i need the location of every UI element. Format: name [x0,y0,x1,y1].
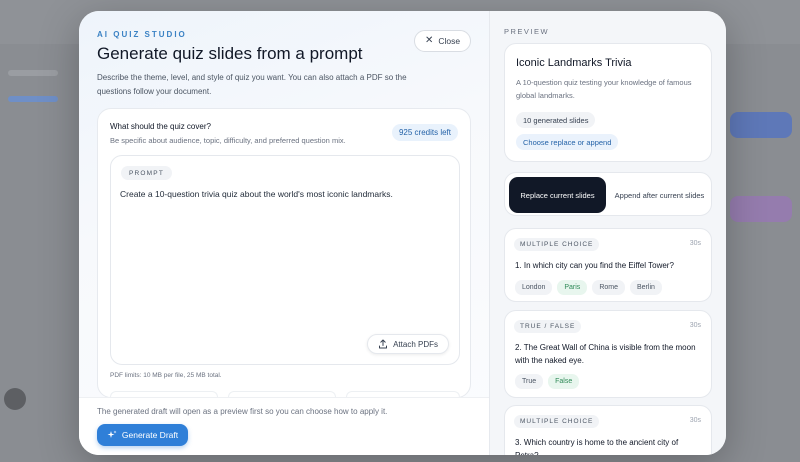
question-type-badge: TRUE / FALSE [514,320,582,333]
modal-footer: The generated draft will open as a previ… [79,397,489,455]
modal-eyebrow: AI QUIZ STUDIO [97,30,187,39]
prompt-card: What should the quiz cover? Be specific … [97,108,471,398]
prompt-input-value[interactable]: Create a 10-question trivia quiz about t… [120,189,393,199]
answer-option: Rome [592,280,625,295]
background-button [730,112,792,138]
attach-pdfs-button[interactable]: Attach PDFs [367,334,449,354]
background-avatar [4,388,26,410]
apply-mode-toggle: Replace current slides Append after curr… [504,172,712,216]
quiz-title: Iconic Landmarks Trivia [516,57,632,69]
background-button [730,196,792,222]
answer-options: London Paris Rome Berlin [515,280,662,295]
slide-card[interactable]: MULTIPLE CHOICE 30s 3. Which country is … [504,405,712,455]
background-line [8,70,58,76]
background-line [8,96,58,102]
modal-title: Generate quiz slides from a prompt [97,44,363,63]
question-text: 1. In which city can you find the Eiffel… [515,261,674,270]
answer-options: True False [515,374,580,389]
replace-slides-option[interactable]: Replace current slides [509,177,606,213]
mode-hint-chip: Choose replace or append [516,134,619,150]
modal-description: Describe the theme, level, and style of … [97,73,407,96]
question-type-badge: MULTIPLE CHOICE [514,415,600,428]
sparkle-icon [107,430,117,438]
time-limit: 30s [689,417,701,424]
answer-option-correct: Paris [557,280,588,295]
answer-option: Berlin [630,280,662,295]
modal-form-panel: AI QUIZ STUDIO Generate quiz slides from… [79,11,489,455]
pdf-limits-note: PDF limits: 10 MB per file, 25 MB total. [110,372,222,379]
credits-badge: 925 credits left [391,124,458,141]
slide-card[interactable]: MULTIPLE CHOICE 30s 1. In which city can… [504,228,712,302]
slide-card[interactable]: TRUE / FALSE 30s 2. The Great Wall of Ch… [504,310,712,398]
question-text: 2. The Great Wall of China is visible fr… [515,343,696,365]
generate-quiz-modal: AI QUIZ STUDIO Generate quiz slides from… [79,11,726,455]
prompt-textarea[interactable]: PROMPT Create a 10-question trivia quiz … [110,155,460,365]
append-slides-option[interactable]: Append after current slides [610,177,709,213]
attach-label: Attach PDFs [393,339,438,349]
preview-label: PREVIEW [504,27,550,36]
footer-note: The generated draft will open as a previ… [97,407,388,416]
close-button[interactable]: ✕ Close [414,30,471,52]
prompt-tag: PROMPT [121,166,173,180]
slides-count-chip: 10 generated slides [516,112,596,128]
prompt-hint: Be specific about audience, topic, diffi… [110,136,346,145]
upload-icon [379,339,388,349]
prompt-question: What should the quiz cover? [110,122,211,131]
answer-option: True [515,374,544,389]
preview-panel: PREVIEW Iconic Landmarks Trivia A 10-que… [489,11,726,455]
close-label: Close [438,36,461,46]
time-limit: 30s [689,240,701,247]
quiz-summary-card: Iconic Landmarks Trivia A 10-question qu… [504,43,712,162]
answer-option-correct: False [548,374,580,389]
time-limit: 30s [689,322,701,329]
generate-label: Generate Draft [121,430,179,440]
question-type-badge: MULTIPLE CHOICE [514,238,600,251]
question-text: 3. Which country is home to the ancient … [515,438,679,455]
answer-option: London [515,280,553,295]
quiz-description: A 10-question quiz testing your knowledg… [516,78,692,100]
close-icon: ✕ [424,35,434,46]
generate-draft-button[interactable]: Generate Draft [97,424,188,446]
